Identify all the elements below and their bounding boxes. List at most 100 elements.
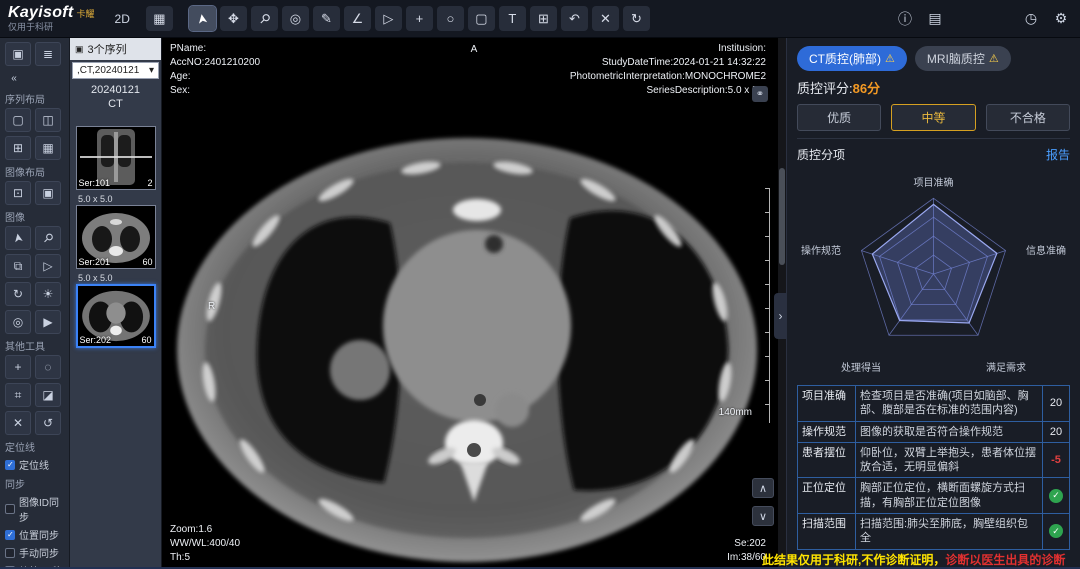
other-eraser-button[interactable]: ◪	[35, 383, 61, 407]
close-icon: ✕	[13, 416, 23, 430]
grade-fail-button[interactable]: 不合格	[986, 104, 1070, 131]
locator-line-label: 定位线	[19, 457, 49, 472]
qc-radar-chart: 项目准确 信息准确 满足需求 处理得当 操作规范	[797, 170, 1070, 378]
rect-roi-tool-button[interactable]: ▢	[468, 6, 495, 31]
undo-tool-button[interactable]: ↶	[561, 6, 588, 31]
thumb3-image-count: 60	[141, 335, 151, 345]
image-layout-cells-button[interactable]: ▣	[35, 181, 61, 205]
image-cells-icon: ▣	[42, 186, 53, 200]
series-thumbnail-101[interactable]: Ser:101 2	[76, 126, 156, 190]
next-slice-button[interactable]: ∨	[752, 506, 774, 526]
tab-mri-brain-qc[interactable]: MRI脑质控 ⚠	[915, 46, 1011, 71]
text-tool-button[interactable]: T	[499, 6, 526, 31]
section-image-tools: 图像	[5, 209, 65, 224]
previous-slice-button[interactable]: ∧	[752, 478, 774, 498]
window-level-value: WW/WL:400/40	[170, 537, 240, 551]
cursor-tool-button[interactable]: ➤	[189, 6, 216, 31]
thumb1-series-number: Ser:101	[79, 178, 111, 188]
series-count-header: ▣ 3个序列	[70, 38, 161, 60]
image-layout-grid-button[interactable]: ⊡	[5, 181, 31, 205]
app-logo: Kayisoft 卡耀 仅用于科研	[8, 5, 95, 32]
delete-tool-button[interactable]: ✕	[592, 6, 619, 31]
qc-score-value: 86分	[853, 81, 880, 96]
image-target-button[interactable]: ◎	[5, 310, 31, 334]
grade-excellent-button[interactable]: 优质	[797, 104, 881, 131]
layout-2x2-icon: ⊞	[13, 141, 23, 155]
image-copy-button[interactable]: ⧉	[5, 254, 31, 278]
other-close-button[interactable]: ✕	[5, 411, 31, 435]
export-image-tool-button[interactable]: ▦	[146, 6, 173, 31]
report-link[interactable]: 报告	[1046, 146, 1070, 163]
sync-image-id-checkbox[interactable]	[5, 504, 15, 514]
reset-tool-button[interactable]: ↻	[623, 6, 650, 31]
pass-check-icon: ✓	[1049, 489, 1063, 503]
tab-ct-label: CT质控(肺部)	[809, 50, 881, 67]
report-doc-icon[interactable]: ▤	[924, 10, 946, 27]
info-icon[interactable]: ⓘ	[894, 9, 916, 29]
image-cursor-button[interactable]: ➤	[5, 226, 31, 250]
image-play-button[interactable]: ▶	[35, 310, 61, 334]
layout-3x3-icon: ▦	[42, 141, 53, 155]
sync-position-row[interactable]: 位置同步	[5, 527, 65, 542]
image-brightness-button[interactable]: ☀	[35, 282, 61, 306]
warning-icon: ⚠	[885, 52, 895, 65]
table-row: 扫描范围 扫描范围:肺尖至肺底，胸壁组织包全 ✓	[798, 514, 1069, 549]
angle-measure-tool-button[interactable]: ∠	[344, 6, 371, 31]
settings-gear-icon[interactable]: ⚙	[1050, 10, 1072, 27]
tab-mri-label: MRI脑质控	[927, 50, 985, 67]
panel-collapse-handle[interactable]: ›	[774, 293, 787, 339]
ellipse-roi-tool-button[interactable]: ○	[437, 6, 464, 31]
layout-1x1-button[interactable]: ▢	[5, 108, 31, 132]
locator-line-checkbox-row[interactable]: 定位线	[5, 457, 65, 472]
image-send-button[interactable]: ▷	[35, 254, 61, 278]
series-panel: ▣ 3个序列 ,CT,20240121 ▾ 20240121 CT	[70, 38, 162, 569]
brand-cn: 卡耀	[77, 10, 95, 19]
play-select-tool-button[interactable]: ▷	[375, 6, 402, 31]
crosshair-tool-button[interactable]: ◎	[282, 6, 309, 31]
panel-toggle-button[interactable]: ▣	[5, 42, 31, 66]
ct-image-viewport[interactable]: PName: AccNO:2401210200 Age: Sex: A Inst…	[162, 38, 786, 569]
disclaimer-marquee: 此结果仅用于科研,不作诊断证明，诊断以医生出具的诊断	[762, 551, 1078, 568]
patient-sex: Sex:	[170, 84, 260, 98]
other-comment-button[interactable]: ◌	[35, 355, 61, 379]
grid-icon: ⊞	[538, 11, 549, 27]
row-name: 正位定位	[798, 478, 856, 513]
image-rotate-button[interactable]: ↻	[5, 282, 31, 306]
locator-line-checkbox[interactable]	[5, 460, 15, 470]
image-zoom-button[interactable]: ⚲	[35, 226, 61, 250]
layout-2x2-button[interactable]: ⊞	[5, 136, 31, 160]
layout-tool-button[interactable]: ⊞	[530, 6, 557, 31]
zoom-tool-button[interactable]: ⚲	[251, 6, 278, 31]
series-thumbnail-202-selected[interactable]: Ser:202 60	[76, 284, 156, 348]
thumb1-image-count: 2	[147, 178, 152, 188]
study-select-dropdown[interactable]: ,CT,20240121 ▾	[72, 62, 159, 79]
other-reset-button[interactable]: ↺	[35, 411, 61, 435]
sync-image-id-row[interactable]: 图像ID同步	[5, 494, 65, 524]
pan-tool-button[interactable]: ✥	[220, 6, 247, 31]
series-list-button[interactable]: ≣	[35, 42, 61, 66]
magnifier-icon: ⚲	[255, 9, 273, 27]
layout-1x2-button[interactable]: ◫	[35, 108, 61, 132]
radar-label-handling: 处理得当	[841, 359, 881, 374]
sync-position-checkbox[interactable]	[5, 530, 15, 540]
layout-3x3-button[interactable]: ▦	[35, 136, 61, 160]
slice-scrollbar-thumb[interactable]	[779, 168, 785, 265]
annotate-tool-button[interactable]: ✎	[313, 6, 340, 31]
row-name: 操作规范	[798, 422, 856, 442]
add-tool-button[interactable]: +	[406, 6, 433, 31]
other-grid-button[interactable]: ⌗	[5, 383, 31, 407]
series-thumbnail-201[interactable]: Ser:201 60	[76, 205, 156, 269]
sync-manual-row[interactable]: 手动同步	[5, 545, 65, 560]
table-row: 患者摆位 仰卧位，双臂上举抱头，患者体位摆放合适，无明显偏斜 -5	[798, 443, 1069, 479]
collapse-sidebar-button[interactable]: «	[5, 69, 23, 87]
sync-manual-checkbox[interactable]	[5, 548, 15, 558]
grade-medium-button[interactable]: 中等	[891, 104, 975, 131]
history-clock-icon[interactable]: ◷	[1020, 10, 1042, 27]
other-add-button[interactable]: +	[5, 355, 31, 379]
sync-position-label: 位置同步	[19, 527, 59, 542]
radar-svg	[797, 170, 1070, 378]
series-link-button[interactable]: ⚭	[752, 86, 768, 102]
image-icon: ▦	[153, 11, 165, 27]
tab-ct-lung-qc[interactable]: CT质控(肺部) ⚠	[797, 46, 907, 71]
qc-panel: › CT质控(肺部) ⚠ MRI脑质控 ⚠ 质控评分:86分 优质 中等 不合格…	[786, 38, 1080, 569]
